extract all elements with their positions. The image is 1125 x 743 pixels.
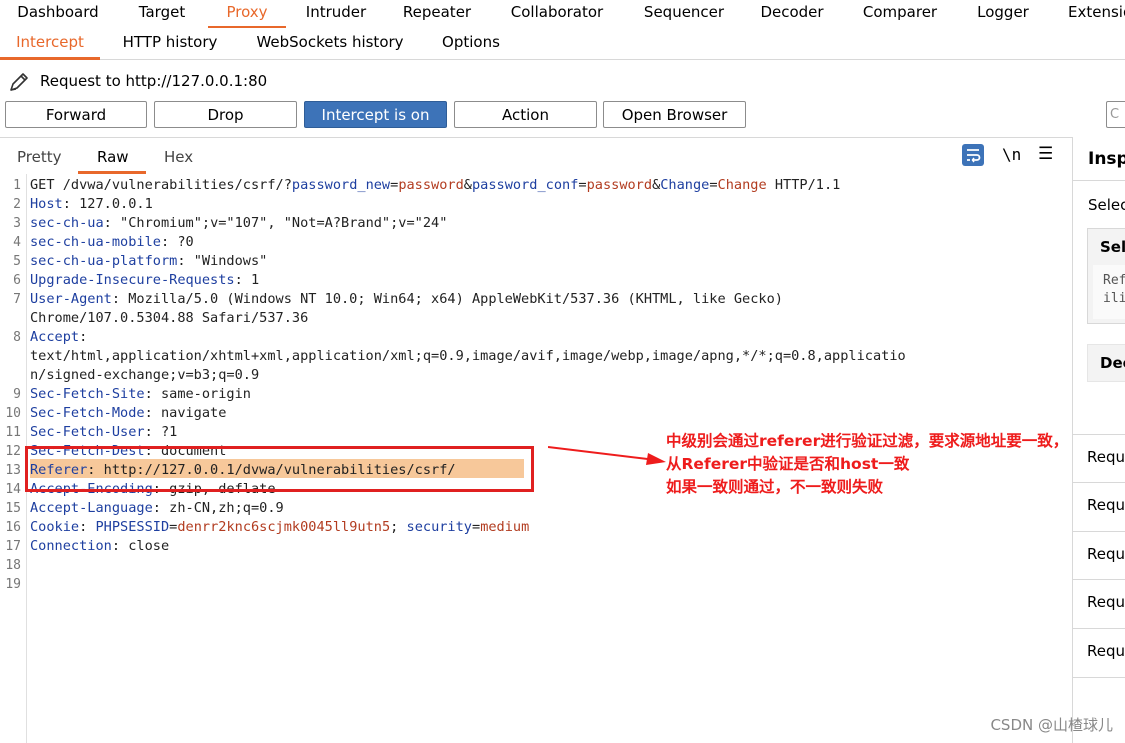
inspector-panel: Insp Selec Sele Ref ili Dec Requ Requ Re… <box>1072 137 1125 743</box>
selected-text-heading: Sele <box>1100 238 1125 256</box>
tab-hex[interactable]: Hex <box>164 148 193 166</box>
selected-text-preview: Ref <box>1103 273 1125 288</box>
tab-comparer[interactable]: Comparer <box>842 0 958 28</box>
tab-repeater[interactable]: Repeater <box>386 0 488 28</box>
tab-intruder[interactable]: Intruder <box>286 0 386 28</box>
inspector-row[interactable]: Requ <box>1073 628 1125 678</box>
line-number: 4 <box>13 235 21 250</box>
tab-target[interactable]: Target <box>116 0 208 28</box>
tab-options[interactable]: Options <box>420 28 522 59</box>
annotation-arrow-icon <box>548 446 666 465</box>
tab-logger[interactable]: Logger <box>958 0 1048 28</box>
line-number: 15 <box>5 501 21 516</box>
tab-sequencer[interactable]: Sequencer <box>626 0 742 28</box>
annotation-line-3: 如果一致则通过，不一致则失败 <box>666 478 884 496</box>
drop-button[interactable]: Drop <box>154 101 297 128</box>
header-sec-ch-ua-mobile: sec-ch-ua-mobile: ?0 <box>30 234 194 250</box>
hamburger-menu-icon[interactable]: ☰ <box>1038 144 1053 164</box>
header-host: Host: 127.0.0.1 <box>30 196 153 212</box>
request-editor[interactable]: 1 2 3 4 5 6 7 8 9 10 11 12 13 14 15 16 1… <box>0 174 1072 743</box>
inspector-row[interactable]: Requ <box>1073 434 1125 483</box>
pencil-icon <box>10 73 28 91</box>
line-number: 9 <box>13 387 21 402</box>
line-number: 1 <box>13 178 21 193</box>
inspector-selection-label: Selec <box>1088 196 1125 214</box>
line-number: 16 <box>5 520 21 535</box>
header-cookie: Cookie: PHPSESSID=denrr2knc6scjmk0045ll9… <box>30 519 530 535</box>
header-accept-cont1: text/html,application/xhtml+xml,applicat… <box>30 348 906 364</box>
line-number: 3 <box>13 216 21 231</box>
line-number: 18 <box>5 558 21 573</box>
header-connection: Connection: close <box>30 538 170 554</box>
header-user-agent-cont: Chrome/107.0.5304.88 Safari/537.36 <box>30 310 309 326</box>
main-tab-bar: Dashboard Target Proxy Intruder Repeater… <box>0 0 1125 29</box>
word-wrap-icon[interactable] <box>962 144 984 166</box>
decoded-heading: Dec <box>1100 354 1125 372</box>
intercept-toggle-button[interactable]: Intercept is on <box>304 101 447 128</box>
annotation-line-1: 中级别会通过referer进行验证过滤，要求源地址要一致， <box>666 432 1069 450</box>
tab-dashboard[interactable]: Dashboard <box>0 0 116 28</box>
inspector-selected-text-section[interactable]: Sele Ref ili <box>1087 228 1125 324</box>
header-accept-language: Accept-Language: zh-CN,zh;q=0.9 <box>30 500 284 516</box>
line-number: 11 <box>5 425 21 440</box>
line-number: 10 <box>5 406 21 421</box>
inspector-row[interactable]: Requ <box>1073 579 1125 628</box>
inspector-title: Insp <box>1088 149 1125 169</box>
open-browser-button[interactable]: Open Browser <box>603 101 746 128</box>
forward-button[interactable]: Forward <box>5 101 147 128</box>
action-button[interactable]: Action <box>454 101 597 128</box>
request-target-text: Request to http://127.0.0.1:80 <box>40 72 268 90</box>
referer-annotation-box <box>25 446 534 492</box>
tab-extensions[interactable]: Extensio <box>1048 0 1125 28</box>
tab-http-history[interactable]: HTTP history <box>100 28 240 59</box>
tab-websockets-history[interactable]: WebSockets history <box>240 28 420 59</box>
inspector-row[interactable]: Requ <box>1073 482 1125 531</box>
annotation-line-2: 从Referer中验证是否和host一致 <box>666 455 910 473</box>
search-input[interactable]: C <box>1106 101 1125 128</box>
editor-toolbar: Pretty Raw Hex \n ☰ <box>0 137 1072 174</box>
request-line: GET /dvwa/vulnerabilities/csrf/?password… <box>30 177 841 193</box>
line-number: 2 <box>13 197 21 212</box>
header-user-agent: User-Agent: Mozilla/5.0 (Windows NT 10.0… <box>30 291 783 307</box>
tab-proxy[interactable]: Proxy <box>208 0 286 29</box>
header-sec-fetch-user: Sec-Fetch-User: ?1 <box>30 424 178 440</box>
tab-decoder[interactable]: Decoder <box>742 0 842 28</box>
tab-intercept[interactable]: Intercept <box>0 28 100 60</box>
header-sec-ch-ua: sec-ch-ua: "Chromium";v="107", "Not=A?Br… <box>30 215 448 231</box>
tab-pretty[interactable]: Pretty <box>17 148 62 166</box>
tab-raw[interactable]: Raw <box>97 148 129 166</box>
selected-text-preview-cont: ili <box>1103 291 1125 306</box>
line-number: 8 <box>13 330 21 345</box>
line-number: 17 <box>5 539 21 554</box>
inspector-row[interactable]: Requ <box>1073 531 1125 580</box>
header-accept-cont2: n/signed-exchange;v=b3;q=0.9 <box>30 367 260 383</box>
inspector-decoded-section[interactable]: Dec <box>1087 344 1125 382</box>
line-number: 5 <box>13 254 21 269</box>
line-number: 7 <box>13 292 21 307</box>
line-number: 13 <box>5 463 21 478</box>
line-number: 14 <box>5 482 21 497</box>
line-number: 12 <box>5 444 21 459</box>
line-number: 19 <box>5 577 21 592</box>
header-sec-fetch-site: Sec-Fetch-Site: same-origin <box>30 386 251 402</box>
header-upgrade-insecure: Upgrade-Insecure-Requests: 1 <box>30 272 260 288</box>
header-sec-ch-ua-platform: sec-ch-ua-platform: "Windows" <box>30 253 268 269</box>
tab-collaborator[interactable]: Collaborator <box>488 0 626 28</box>
show-newlines-icon[interactable]: \n <box>1002 145 1021 164</box>
header-accept: Accept: <box>30 329 88 345</box>
header-sec-fetch-mode: Sec-Fetch-Mode: navigate <box>30 405 227 421</box>
sub-tab-bar: Intercept HTTP history WebSockets histor… <box>0 28 1125 60</box>
line-number: 6 <box>13 273 21 288</box>
watermark: CSDN @山楂球儿 <box>990 716 1113 734</box>
